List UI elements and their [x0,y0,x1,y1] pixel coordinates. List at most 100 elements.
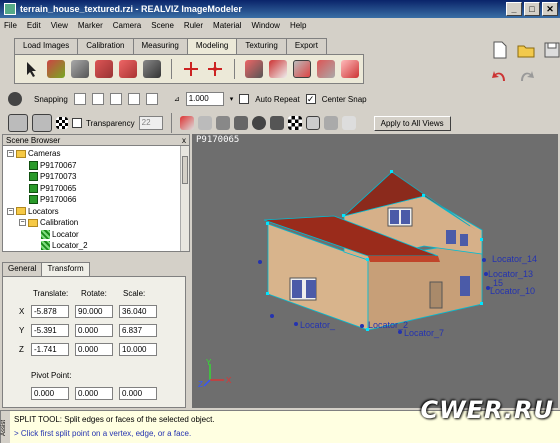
select-arrow-icon[interactable] [23,60,41,78]
cut-face-icon[interactable] [293,60,311,78]
menu-scene[interactable]: Scene [151,21,174,30]
snap-vertex-icon[interactable] [73,93,86,105]
locator-label[interactable]: Locator_7 [404,328,444,338]
scale-x-field[interactable]: 36.040 [119,305,157,318]
render-wire-icon[interactable] [197,116,212,130]
render-points-icon[interactable] [251,116,266,130]
vertex-add-icon[interactable] [182,60,200,78]
locator-label[interactable]: Locator_2 [368,320,408,330]
primitive-box-icon[interactable] [71,60,89,78]
close-button[interactable]: ✕ [542,2,558,16]
locator-label[interactable]: Locator_14 [492,254,537,264]
menu-file[interactable]: File [4,21,17,30]
collapse-icon[interactable]: − [19,219,26,227]
snap-magnet-icon[interactable] [8,92,22,106]
menu-material[interactable]: Material [213,21,241,30]
snap-value-field[interactable]: 1.000 [185,92,224,106]
tab-general[interactable]: General [2,262,43,276]
scene-browser-scrollbar[interactable] [180,146,189,251]
tab-texturing[interactable]: Texturing [236,38,287,54]
tree-item-camera[interactable]: P9170066 [7,194,189,206]
render-checker-icon[interactable] [287,116,302,130]
locator-label[interactable]: Locator_10 [490,286,535,296]
maximize-button[interactable]: □ [524,2,540,16]
redo-icon[interactable] [516,66,536,86]
snap-edge-icon[interactable] [91,93,104,105]
pivot-y-field[interactable]: 0.000 [75,387,113,400]
open-folder-icon[interactable] [516,40,536,60]
render-flat-icon[interactable] [233,116,248,130]
tree-item-camera[interactable]: P9170067 [7,160,189,172]
merge-icon[interactable] [317,60,335,78]
camera-link-icon[interactable] [323,116,338,130]
transparency-checkbox[interactable] [72,118,82,128]
camera-icon [29,172,38,182]
tab-transform[interactable]: Transform [41,262,90,276]
scrollbar-thumb[interactable] [182,156,188,184]
auto-repeat-checkbox[interactable] [239,94,250,104]
pivot-x-field[interactable]: 0.000 [31,387,69,400]
tab-modeling[interactable]: Modeling [186,38,238,54]
snap-face-icon[interactable] [109,93,122,105]
snap-grid-icon[interactable] [145,93,158,105]
camera-view-icon[interactable] [305,116,320,130]
scale-y-field[interactable]: 6.837 [119,324,157,337]
pen-tool-icon[interactable] [119,60,137,78]
tree-item-camera[interactable]: P9170065 [7,183,189,195]
render-texture-icon[interactable] [179,116,194,130]
save-icon[interactable] [542,40,560,60]
collapse-icon[interactable]: − [7,207,14,215]
collapse-icon[interactable]: − [7,150,14,158]
center-snap-checkbox[interactable]: ✓ [305,94,316,104]
menu-camera[interactable]: Camera [113,21,141,30]
primitive-cube-icon[interactable] [47,60,65,78]
tab-load-images[interactable]: Load Images [14,38,79,54]
translate-x-field[interactable]: -5.878 [31,305,69,318]
tree-node-locators[interactable]: − Locators [7,206,189,218]
checker-icon[interactable] [56,117,68,129]
render-shaded-icon[interactable] [215,116,230,130]
transparency-value-field[interactable]: 22 [138,116,163,130]
scene-browser-close-icon[interactable]: x [182,135,186,146]
uv-icon[interactable] [341,60,359,78]
rotate-x-field[interactable]: 90.000 [75,305,113,318]
primitive-shape-icon[interactable] [95,60,113,78]
menu-edit[interactable]: Edit [27,21,41,30]
locator-label[interactable]: Locator_ [300,320,335,330]
3d-viewport[interactable]: P9170065 Locator_14 Locator_13 _15 Locat… [192,134,558,408]
tree-item-locator[interactable]: Locator [7,229,189,241]
tree-node-calibration[interactable]: − Calibration [7,217,189,229]
split-tool-icon[interactable] [206,60,224,78]
view-mode-icon[interactable] [8,114,28,132]
new-file-icon[interactable] [490,40,510,60]
menu-ruler[interactable]: Ruler [184,21,203,30]
view-mode-alt-icon[interactable] [32,114,52,132]
render-smooth-icon[interactable] [269,116,284,130]
pivot-z-field[interactable]: 0.000 [119,387,157,400]
tab-measuring[interactable]: Measuring [132,38,188,54]
apply-to-all-views-button[interactable]: Apply to All Views [373,115,451,131]
scale-z-field[interactable]: 10.000 [119,343,157,356]
snap-center-icon[interactable] [127,93,140,105]
bevel-icon[interactable] [269,60,287,78]
translate-z-field[interactable]: -1.741 [31,343,69,356]
extrude-icon[interactable] [245,60,263,78]
menu-view[interactable]: View [51,21,68,30]
undo-icon[interactable] [490,66,510,86]
menu-window[interactable]: Window [252,21,280,30]
lasso-icon[interactable] [143,60,161,78]
translate-y-field[interactable]: -5.391 [31,324,69,337]
rotate-y-field[interactable]: 0.000 [75,324,113,337]
minimize-button[interactable]: _ [506,2,522,16]
snap-value-dropdown-icon[interactable]: ▾ [230,95,234,103]
tree-item-camera[interactable]: P9170073 [7,171,189,183]
tab-export[interactable]: Export [285,38,327,54]
rotate-z-field[interactable]: 0.000 [75,343,113,356]
tab-calibration[interactable]: Calibration [77,38,134,54]
tree-item-locator[interactable]: Locator_2 [7,240,189,252]
menu-help[interactable]: Help [290,21,306,30]
tree-node-cameras[interactable]: − Cameras [7,148,189,160]
cross-icon[interactable] [341,116,356,130]
assist-tab[interactable]: Assist [0,411,10,443]
menu-marker[interactable]: Marker [78,21,103,30]
